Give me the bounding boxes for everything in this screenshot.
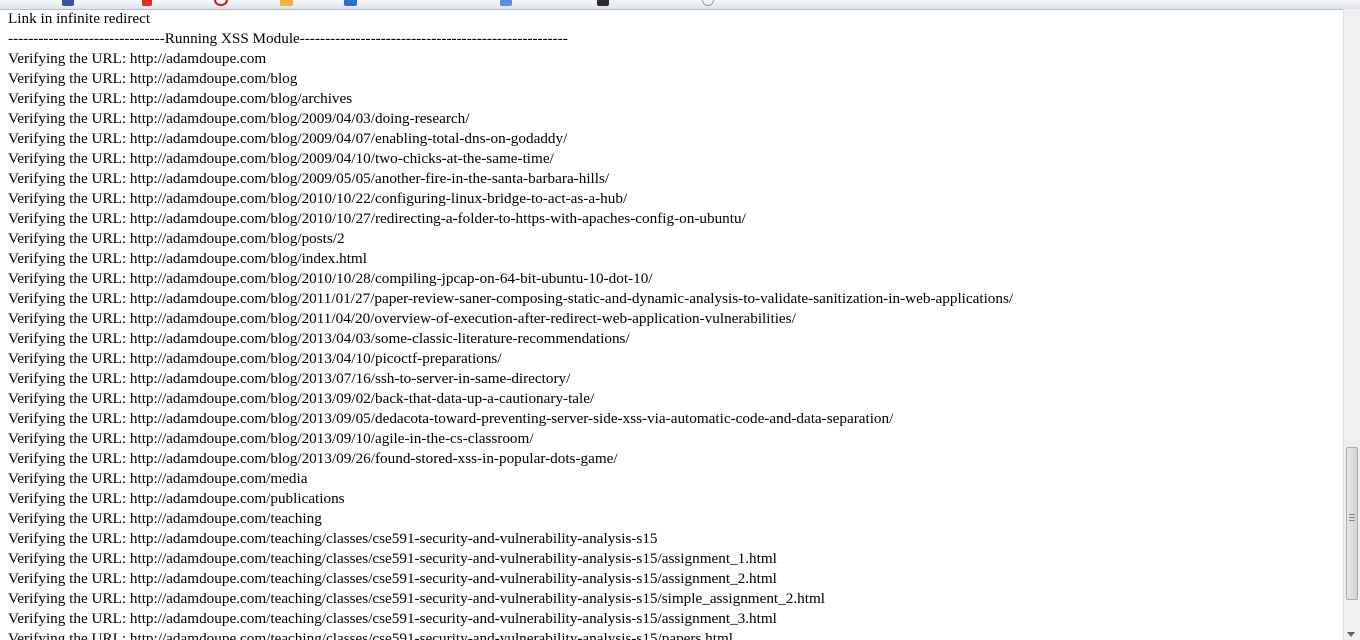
- log-line: Verifying the URL: http://adamdoupe.com/…: [8, 390, 595, 407]
- grid-icon[interactable]: [597, 0, 609, 6]
- scrollbar-thumb[interactable]: [1346, 447, 1358, 600]
- page-output: Link in infinite redirect ---------------…: [8, 9, 1338, 640]
- log-line: Verifying the URL: http://adamdoupe.com/…: [8, 110, 470, 127]
- bookmark-star-icon[interactable]: [280, 0, 293, 6]
- log-line: Verifying the URL: http://adamdoupe.com/…: [8, 250, 367, 267]
- chevron-down-icon[interactable]: [1347, 632, 1355, 637]
- log-line: Verifying the URL: http://adamdoupe.com/…: [8, 450, 618, 467]
- log-line: Verifying the URL: http://adamdoupe.com/…: [8, 510, 322, 527]
- log-line: Verifying the URL: http://adamdoupe.com/…: [8, 150, 554, 167]
- log-line: Verifying the URL: http://adamdoupe.com/…: [8, 350, 502, 367]
- log-line: Verifying the URL: http://adamdoupe.com: [8, 50, 267, 67]
- log-line: Verifying the URL: http://adamdoupe.com/…: [8, 430, 534, 447]
- log-line: Verifying the URL: http://adamdoupe.com/…: [8, 230, 345, 247]
- opera-icon[interactable]: [214, 0, 228, 6]
- log-line: Verifying the URL: http://adamdoupe.com/…: [8, 550, 777, 567]
- log-line: Verifying the URL: http://adamdoupe.com/…: [8, 570, 777, 587]
- log-line: Verifying the URL: http://adamdoupe.com/…: [8, 190, 628, 207]
- log-line: Verifying the URL: http://adamdoupe.com/…: [8, 610, 777, 627]
- log-line: Verifying the URL: http://adamdoupe.com/…: [8, 590, 825, 607]
- grip-icon: [1349, 514, 1355, 521]
- module-header-line: -------------------------------Running X…: [8, 30, 568, 47]
- status-line: Link in infinite redirect: [8, 10, 151, 27]
- user-icon[interactable]: [500, 0, 512, 6]
- log-line: Verifying the URL: http://adamdoupe.com/…: [8, 130, 568, 147]
- log-line: Verifying the URL: http://adamdoupe.com/…: [8, 170, 610, 187]
- log-line: Verifying the URL: http://adamdoupe.com/…: [8, 490, 345, 507]
- log-line: Verifying the URL: http://adamdoupe.com/…: [8, 470, 308, 487]
- facebook-icon[interactable]: [62, 0, 74, 6]
- log-line: Verifying the URL: http://adamdoupe.com/…: [8, 270, 653, 287]
- log-line: Verifying the URL: http://adamdoupe.com/…: [8, 530, 658, 547]
- bookmark-icon[interactable]: [702, 0, 714, 6]
- log-line: Verifying the URL: http://adamdoupe.com/…: [8, 290, 1014, 307]
- gmail-icon[interactable]: [142, 0, 152, 6]
- vertical-scrollbar[interactable]: [1343, 9, 1360, 640]
- log-line: Verifying the URL: http://adamdoupe.com/…: [8, 310, 796, 327]
- log-line: Verifying the URL: http://adamdoupe.com/…: [8, 210, 746, 227]
- log-line: Verifying the URL: http://adamdoupe.com/…: [8, 330, 630, 347]
- log-line: Verifying the URL: http://adamdoupe.com/…: [8, 630, 734, 640]
- log-line: Verifying the URL: http://adamdoupe.com/…: [8, 410, 894, 427]
- log-line: Verifying the URL: http://adamdoupe.com/…: [8, 370, 571, 387]
- browser-viewport: Link in infinite redirect ---------------…: [0, 0, 1360, 640]
- log-line: Verifying the URL: http://adamdoupe.com/…: [8, 70, 298, 87]
- log-line: Verifying the URL: http://adamdoupe.com/…: [8, 90, 353, 107]
- bookmark-star-icon[interactable]: [344, 0, 357, 6]
